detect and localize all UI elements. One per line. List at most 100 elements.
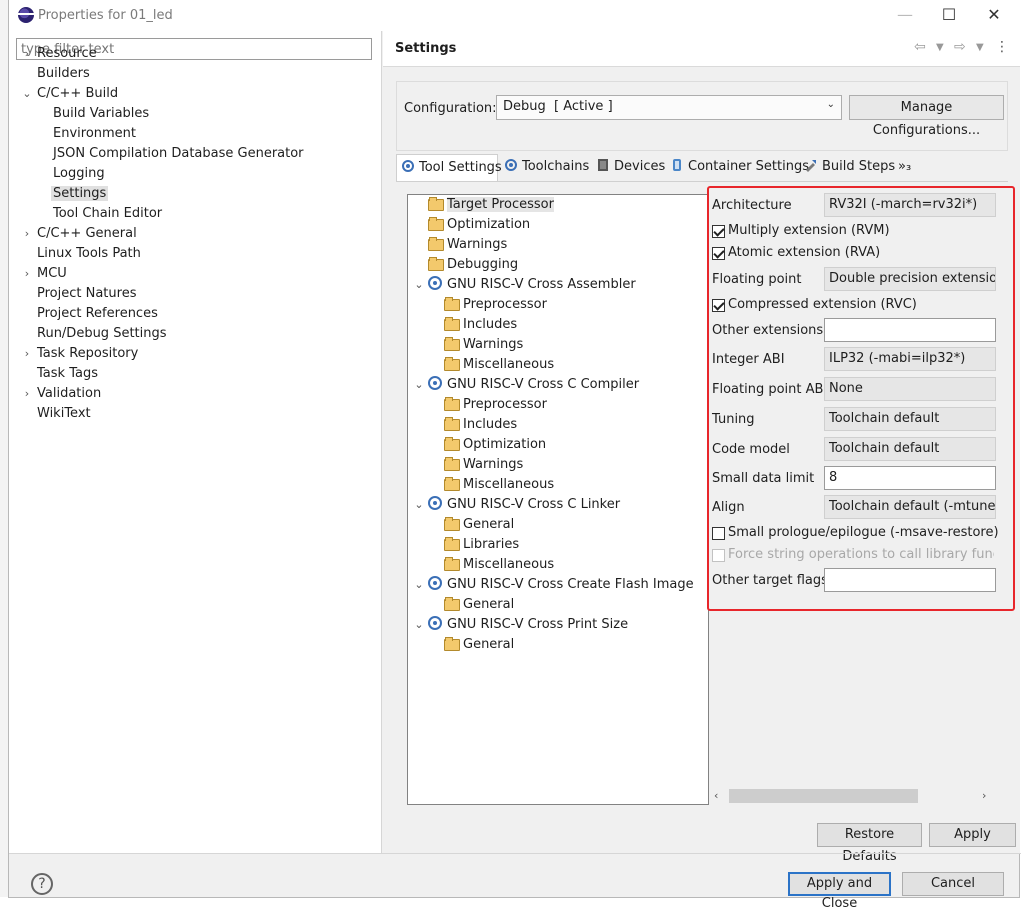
multiply-extension-checkbox[interactable] — [712, 225, 725, 238]
tool-tree-group[interactable]: ⌄ GNU RISC-V Cross C Linker — [414, 495, 620, 515]
nav-item[interactable]: JSON Compilation Database Generator — [51, 144, 306, 164]
tool-tree-item[interactable]: General — [444, 635, 514, 655]
apply-and-close-button[interactable]: Apply and Close — [788, 872, 891, 911]
chevron-right-icon[interactable]: › — [21, 264, 33, 284]
tab-toolchains[interactable]: Toolchains — [500, 154, 592, 181]
tool-tree-item[interactable]: Debugging — [428, 255, 518, 275]
nav-item[interactable]: Builders — [35, 64, 92, 84]
minimize-button[interactable]: — — [882, 0, 928, 31]
back-dropdown-icon[interactable]: ▼ — [936, 42, 944, 53]
forward-icon[interactable]: ⇨ — [954, 39, 966, 55]
nav-item-label: Linux Tools Path — [37, 246, 141, 261]
atomic-extension-checkbox[interactable] — [712, 247, 725, 260]
compressed-extension-checkbox[interactable] — [712, 299, 725, 312]
maximize-icon: ☐ — [941, 5, 957, 24]
tool-tree-item[interactable]: Optimization — [444, 435, 546, 455]
tool-tree-group[interactable]: ⌄ GNU RISC-V Cross Create Flash Image — [414, 575, 694, 595]
tool-tree-item[interactable]: Optimization — [428, 215, 530, 235]
nav-item[interactable]: › Task Repository — [25, 344, 140, 364]
nav-item[interactable]: Environment — [51, 124, 138, 144]
nav-item[interactable]: › Validation — [25, 384, 103, 404]
chevron-right-icon[interactable]: › — [21, 224, 33, 244]
chevron-down-icon[interactable]: ⌄ — [413, 275, 425, 295]
tool-tree-item[interactable]: Warnings — [444, 455, 523, 475]
tool-tree-item[interactable]: Includes — [444, 315, 517, 335]
tool-tree-item[interactable]: Includes — [444, 415, 517, 435]
nav-item[interactable]: › Resource — [25, 44, 99, 64]
small-data-limit-input[interactable]: 8 — [824, 466, 996, 490]
nav-item[interactable]: Settings — [51, 184, 109, 204]
folder-icon — [428, 257, 444, 271]
toolchains-icon — [504, 156, 518, 171]
tool-tree-item[interactable]: Warnings — [428, 235, 507, 255]
tab-tool-settings[interactable]: Tool Settings — [396, 154, 502, 181]
nav-item[interactable]: › C/C++ General — [25, 224, 139, 244]
chevron-down-icon[interactable]: ⌄ — [413, 615, 425, 635]
code-model-select[interactable]: Toolchain default — [824, 437, 996, 461]
tool-tree-group[interactable]: ⌄ GNU RISC-V Cross Print Size — [414, 615, 628, 635]
folder-icon — [444, 337, 460, 351]
chevron-down-icon[interactable]: ⌄ — [21, 84, 33, 104]
tool-tree-item[interactable]: General — [444, 595, 514, 615]
nav-item[interactable]: Project Natures — [35, 284, 138, 304]
nav-item[interactable]: Logging — [51, 164, 107, 184]
nav-item[interactable]: Tool Chain Editor — [51, 204, 164, 224]
force-string-label: Force string operations to call library … — [728, 547, 994, 562]
maximize-button[interactable]: ☐ — [926, 0, 972, 31]
floating-point-abi-select[interactable]: None — [824, 377, 996, 401]
restore-defaults-button[interactable]: Restore Defaults — [817, 823, 922, 864]
cancel-button[interactable]: Cancel — [902, 872, 1004, 896]
back-icon[interactable]: ⇦ — [914, 39, 926, 55]
tool-tree-item[interactable]: Miscellaneous — [444, 475, 554, 495]
architecture-select[interactable]: RV32I (-march=rv32i*) — [824, 193, 996, 217]
chevron-down-icon[interactable]: ⌄ — [413, 575, 425, 595]
close-button[interactable]: ✕ — [971, 0, 1017, 31]
forward-dropdown-icon[interactable]: ▼ — [976, 42, 984, 53]
tool-tree-item[interactable]: Preprocessor — [444, 395, 547, 415]
tool-tree-group[interactable]: ⌄ GNU RISC-V Cross C Compiler — [414, 375, 639, 395]
tool-tree-label: Preprocessor — [463, 297, 547, 312]
tool-tree-item[interactable]: Miscellaneous — [444, 355, 554, 375]
chevron-right-icon[interactable]: › — [21, 44, 33, 64]
nav-item[interactable]: ⌄ C/C++ Build — [22, 84, 120, 104]
nav-item[interactable]: Build Variables — [51, 104, 151, 124]
scroll-left-icon[interactable]: ‹ — [714, 789, 718, 802]
tab-overflow[interactable]: »₃ — [894, 154, 918, 181]
other-target-flags-input[interactable] — [824, 568, 996, 592]
nav-item[interactable]: Project References — [35, 304, 160, 324]
scroll-right-icon[interactable]: › — [982, 789, 986, 802]
integer-abi-select[interactable]: ILP32 (-mabi=ilp32*) — [824, 347, 996, 371]
tool-tree-item[interactable]: Target Processor — [428, 195, 554, 215]
chevron-down-icon[interactable]: ⌄ — [413, 375, 425, 395]
nav-item[interactable]: Linux Tools Path — [35, 244, 143, 264]
integer-abi-label: Integer ABI — [712, 352, 785, 367]
tool-tree-item[interactable]: Libraries — [444, 535, 519, 555]
tab-build-steps[interactable]: Build Steps — [800, 154, 895, 181]
tab-devices[interactable]: Devices — [592, 154, 665, 181]
apply-button[interactable]: Apply — [929, 823, 1016, 847]
configuration-select[interactable]: Debug [ Active ] ⌄ — [496, 95, 842, 120]
view-menu-icon[interactable]: ⋮ — [995, 39, 1009, 55]
small-prologue-checkbox[interactable] — [712, 527, 725, 540]
help-icon[interactable]: ? — [31, 873, 53, 895]
horizontal-scrollbar-thumb[interactable] — [729, 789, 918, 803]
tuning-select[interactable]: Toolchain default — [824, 407, 996, 431]
tool-tree-group[interactable]: ⌄ GNU RISC-V Cross Assembler — [414, 275, 636, 295]
manage-configurations-button[interactable]: Manage Configurations... — [849, 95, 1004, 138]
chevron-right-icon[interactable]: › — [21, 344, 33, 364]
chevron-right-icon[interactable]: › — [21, 384, 33, 404]
chevron-down-icon[interactable]: ⌄ — [413, 495, 425, 515]
floating-point-select[interactable]: Double precision extension ( — [824, 267, 996, 291]
folder-icon — [444, 457, 460, 471]
tab-container-settings[interactable]: Container Settings — [666, 154, 809, 181]
tool-tree-item[interactable]: Miscellaneous — [444, 555, 554, 575]
tool-tree-item[interactable]: Warnings — [444, 335, 523, 355]
nav-item[interactable]: Task Tags — [35, 364, 100, 384]
nav-item[interactable]: Run/Debug Settings — [35, 324, 169, 344]
nav-item[interactable]: › MCU — [25, 264, 69, 284]
other-extensions-input[interactable] — [824, 318, 996, 342]
tool-tree-item[interactable]: Preprocessor — [444, 295, 547, 315]
align-select[interactable]: Toolchain default (-mtune) — [824, 495, 996, 519]
tool-tree-item[interactable]: General — [444, 515, 514, 535]
nav-item[interactable]: WikiText — [35, 404, 93, 424]
